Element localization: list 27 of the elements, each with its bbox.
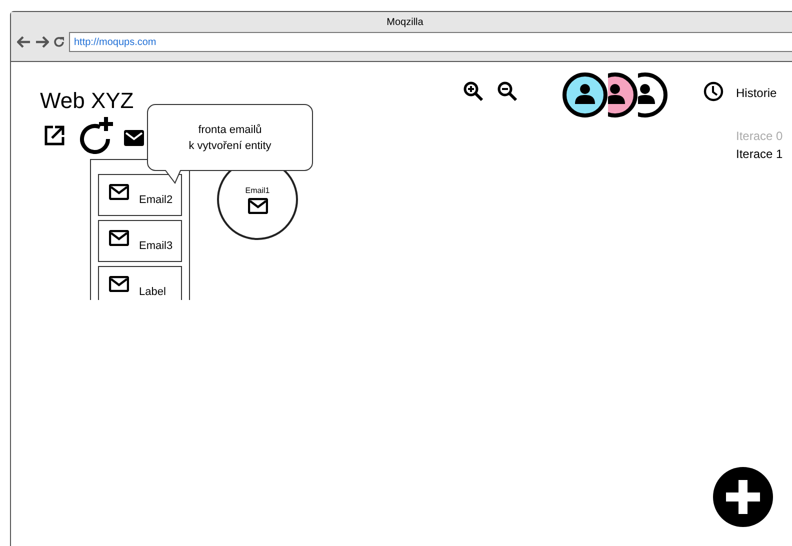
page-title: Web XYZ xyxy=(40,90,134,112)
mail-icon[interactable] xyxy=(124,130,144,146)
external-link-icon[interactable] xyxy=(44,125,65,146)
back-icon[interactable] xyxy=(17,36,31,48)
refresh-plus-icon[interactable] xyxy=(78,116,114,154)
mail-icon xyxy=(109,230,129,246)
clock-icon[interactable] xyxy=(703,81,724,102)
entity-label: Email1 xyxy=(245,185,270,197)
email-card[interactable]: Email2 xyxy=(98,174,182,216)
mail-icon xyxy=(248,198,268,214)
user-avatar[interactable] xyxy=(562,72,608,118)
user-avatar[interactable] xyxy=(638,72,668,118)
email-card[interactable]: Email3 xyxy=(98,220,182,262)
tooltip-text: fronta emailů k vytvoření entity xyxy=(188,122,272,154)
history-link[interactable]: Historie xyxy=(736,84,777,102)
user-avatar[interactable] xyxy=(608,72,638,118)
window-title: Moqzilla xyxy=(386,16,424,30)
mail-icon xyxy=(109,184,129,200)
add-button[interactable] xyxy=(713,467,773,527)
mail-icon xyxy=(109,276,129,292)
email-card[interactable]: Label xyxy=(98,266,182,300)
reload-icon[interactable] xyxy=(53,36,65,48)
iteration-item[interactable]: Iterace 1 xyxy=(736,146,783,162)
zoom-out-icon[interactable] xyxy=(497,81,518,102)
zoom-in-icon[interactable] xyxy=(463,81,484,102)
address-field[interactable]: http://moqups.com xyxy=(69,32,792,52)
forward-icon[interactable] xyxy=(35,36,49,48)
